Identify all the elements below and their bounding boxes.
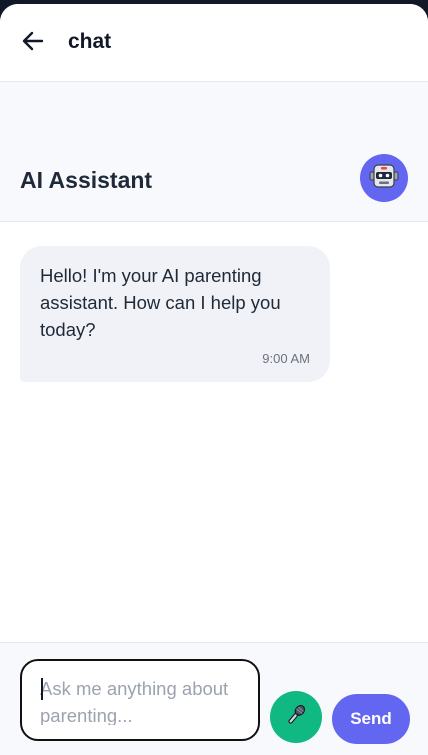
message-text: Hello! I'm your AI parenting assistant. … <box>40 265 281 340</box>
text-caret <box>41 678 43 700</box>
assistant-name: AI Assistant <box>20 167 153 193</box>
assistant-header: AI Assistant <box>0 82 428 222</box>
composer: Send <box>0 642 428 755</box>
message-time: 9:00 AM <box>262 351 310 366</box>
chat-screen: chat AI Assistant Hello! I'm your AI par… <box>0 4 428 755</box>
message-input[interactable] <box>40 675 240 725</box>
microphone-icon <box>283 702 309 733</box>
top-bar: chat <box>0 4 428 82</box>
message-list: Hello! I'm your AI parenting assistant. … <box>0 222 428 642</box>
avatar <box>360 154 408 202</box>
microphone-button[interactable] <box>270 691 322 743</box>
page-title: chat <box>68 30 112 53</box>
robot-icon <box>369 161 399 196</box>
back-button[interactable] <box>18 28 48 58</box>
assistant-message: Hello! I'm your AI parenting assistant. … <box>20 246 330 382</box>
send-button[interactable]: Send <box>332 694 410 744</box>
arrow-left-icon <box>21 29 45 58</box>
message-input-box[interactable] <box>20 659 260 741</box>
